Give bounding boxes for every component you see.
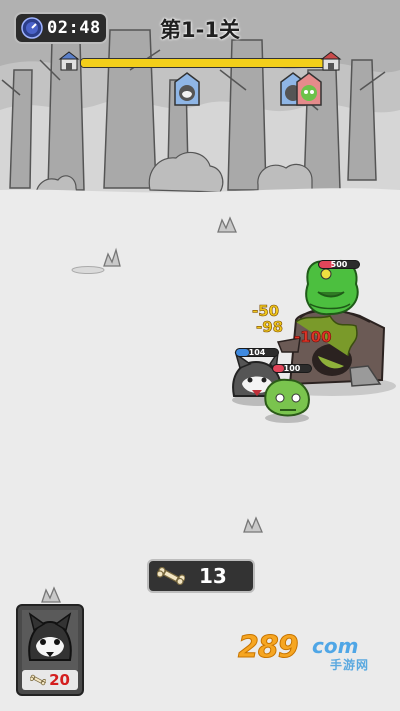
bone-icon [30,674,47,686]
zombie-hp-bar: 100 [272,364,312,373]
watermark-number: 289 [238,630,300,666]
timer-value: 02:48 [47,18,101,38]
wave-progress-bar [80,58,326,68]
husky-unit-card[interactable]: 20 [16,604,84,696]
zombie-hp-value: 100 [283,364,301,373]
damage-number: -100 [294,328,332,347]
home-base-icon [58,51,80,71]
watermark-subtitle: 手游网 [330,658,370,672]
clock-icon [21,17,43,39]
bone-icon [157,567,185,585]
zombie-unit-sprite [264,378,310,423]
unit-cost-strip: 20 [22,670,78,690]
bone-count: 13 [199,564,227,588]
wave-progress-fill [81,59,325,67]
damage-number: -98 [256,318,284,337]
timer-panel: 02:48 [14,12,108,44]
husky-hp-value: 104 [248,348,266,357]
bone-counter: 13 [147,559,255,593]
husky-hp-bar: 104 [235,348,279,357]
enemy-base-icon [320,51,342,71]
site-watermark: 289 com 手游网 [236,630,386,674]
level-title: 第1-1关 [160,18,240,42]
boss-hp-bar: 500 [318,260,360,269]
unit-cost: 20 [49,671,70,689]
husky-marker-icon [174,72,200,106]
watermark-domain: com [312,634,359,658]
boss-hp-value: 500 [330,260,348,269]
husky-portrait [22,610,78,670]
zombie-marker-icon [296,72,322,106]
